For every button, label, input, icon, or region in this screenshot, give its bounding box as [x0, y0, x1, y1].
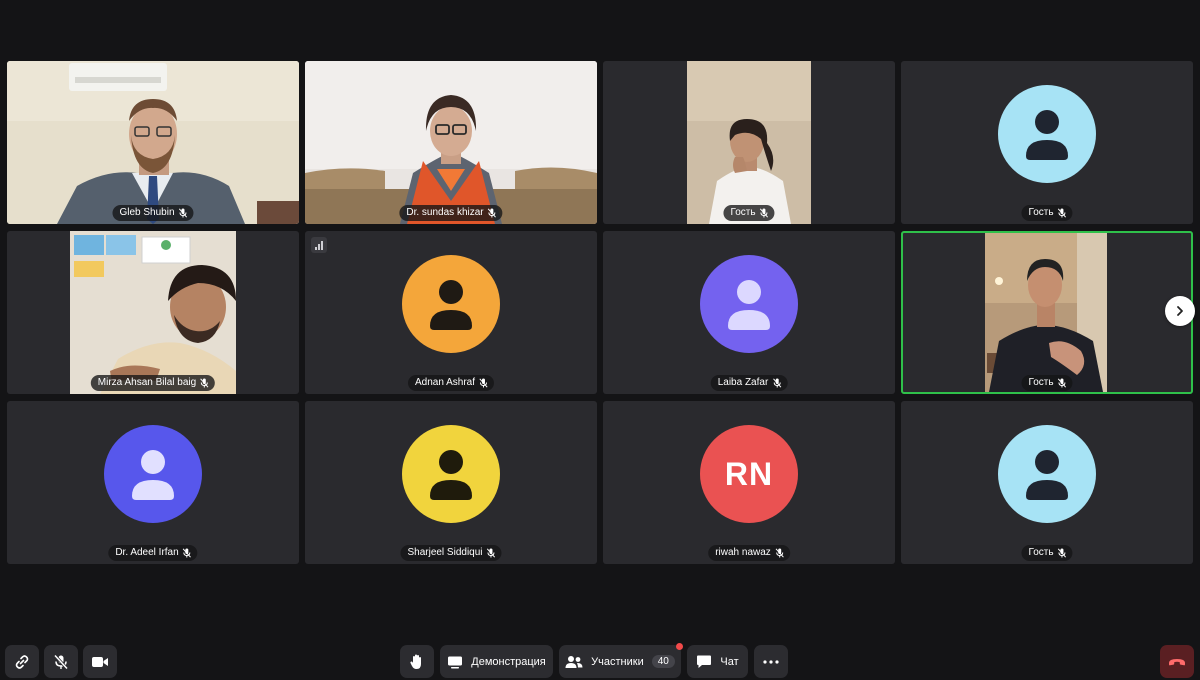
participant-name: Гость — [1028, 207, 1054, 218]
user-icon — [1026, 450, 1068, 500]
participants-label: Участники — [591, 655, 644, 668]
screen-share-icon — [448, 656, 463, 668]
mic-muted-icon — [1057, 208, 1067, 218]
participant-name: Laiba Zafar — [717, 377, 769, 388]
participant-name-tag: Гость — [1021, 545, 1073, 561]
signal-strength-icon — [311, 237, 327, 253]
avatar — [998, 425, 1096, 523]
participant-name: Dr. sundas khizar — [406, 207, 484, 218]
link-icon — [15, 654, 29, 669]
participants-count-badge: 40 — [651, 655, 675, 668]
mic-muted-icon — [775, 548, 784, 558]
avatar — [104, 425, 202, 523]
raise-hand-button[interactable] — [400, 645, 434, 678]
participant-name-tag: Adnan Ashraf — [407, 375, 495, 391]
mic-muted-icon — [479, 378, 488, 388]
more-options-button[interactable] — [754, 645, 788, 678]
hand-icon — [410, 654, 421, 669]
participant-name-tag: Гость — [1021, 205, 1073, 221]
participant-video — [687, 61, 811, 224]
participant-name-tag: Гость — [1021, 375, 1073, 391]
participant-name: Gleb Shubin — [119, 207, 175, 218]
participant-tile[interactable]: Sharjeel Siddiqui — [305, 401, 597, 564]
participant-name: Adnan Ashraf — [414, 377, 476, 388]
participant-name-tag: Gleb Shubin — [112, 205, 194, 221]
participant-name: Sharjeel Siddiqui — [407, 547, 483, 558]
participant-tile[interactable]: Dr. sundas khizar — [305, 61, 597, 224]
leave-call-button[interactable] — [1160, 645, 1194, 678]
chat-icon — [697, 655, 712, 668]
participants-icon — [565, 655, 583, 668]
notification-dot — [676, 643, 683, 650]
participant-video — [985, 233, 1107, 392]
mic-muted-icon — [772, 378, 781, 388]
participant-tile[interactable]: Гость — [901, 61, 1193, 224]
user-icon — [1026, 110, 1068, 160]
mic-muted-icon — [178, 208, 188, 218]
avatar — [700, 255, 798, 353]
copy-link-button[interactable] — [5, 645, 39, 678]
mic-muted-icon — [53, 653, 69, 670]
mic-muted-icon — [1057, 378, 1067, 388]
participant-tile[interactable]: Dr. Adeel Irfan — [7, 401, 299, 564]
participant-name: Mirza Ahsan Bilal baig — [97, 377, 197, 388]
user-icon — [132, 450, 174, 500]
mic-muted-icon — [486, 548, 496, 558]
screen-share-button[interactable]: Демонстрация — [440, 645, 553, 678]
user-icon — [728, 280, 770, 330]
chat-label: Чат — [720, 655, 739, 668]
chevron-right-icon — [1177, 306, 1183, 316]
participant-tile-active[interactable]: Гость — [901, 231, 1193, 394]
microphone-toggle-button[interactable] — [44, 645, 78, 678]
user-icon — [430, 450, 472, 500]
participant-tile[interactable]: Gleb Shubin — [7, 61, 299, 224]
mic-muted-icon — [488, 208, 497, 218]
camera-toggle-button[interactable] — [83, 645, 117, 678]
camera-icon — [92, 656, 108, 667]
participant-tile[interactable]: RN riwah nawaz — [603, 401, 895, 564]
participant-video — [7, 61, 299, 224]
mic-muted-icon — [183, 548, 192, 558]
participant-name-tag: Laiba Zafar — [710, 375, 788, 391]
leave-call-icon — [1169, 658, 1185, 665]
participants-button[interactable]: Участники 40 — [559, 643, 683, 678]
participant-tile[interactable]: Гость — [901, 401, 1193, 564]
participant-name-tag: Mirza Ahsan Bilal baig — [90, 375, 216, 391]
mic-muted-icon — [1057, 548, 1067, 558]
user-icon — [430, 280, 472, 330]
participant-name-tag: Dr. sundas khizar — [399, 205, 503, 221]
avatar — [402, 255, 500, 353]
participant-name-tag: Sharjeel Siddiqui — [400, 545, 502, 561]
participant-name-tag: riwah nawaz — [708, 545, 790, 561]
participant-tile[interactable]: Гость — [603, 61, 895, 224]
participant-video — [305, 61, 597, 224]
participant-name: Гость — [1028, 377, 1054, 388]
participant-name-tag: Гость — [723, 205, 775, 221]
avatar — [402, 425, 500, 523]
participant-name: Гость — [730, 207, 756, 218]
chat-button[interactable]: Чат — [687, 645, 748, 678]
avatar — [998, 85, 1096, 183]
participant-name: Гость — [1028, 547, 1054, 558]
mic-muted-icon — [200, 378, 209, 388]
participant-grid: Gleb Shubin Dr. sundas khizar Гость Гост… — [7, 61, 1193, 564]
next-page-button[interactable] — [1165, 296, 1195, 326]
participant-name: riwah nawaz — [715, 547, 771, 558]
more-icon — [763, 659, 779, 664]
avatar-initials-text: RN — [724, 455, 774, 492]
participant-tile[interactable]: Laiba Zafar — [603, 231, 895, 394]
mic-muted-icon — [759, 208, 769, 218]
participant-name: Dr. Adeel Irfan — [115, 547, 179, 558]
participant-tile[interactable]: Adnan Ashraf — [305, 231, 597, 394]
participant-tile[interactable]: Mirza Ahsan Bilal baig — [7, 231, 299, 394]
avatar-initials: RN — [700, 425, 798, 523]
screen-share-label: Демонстрация — [471, 655, 546, 668]
participant-video — [70, 231, 236, 394]
participant-name-tag: Dr. Adeel Irfan — [108, 545, 198, 561]
